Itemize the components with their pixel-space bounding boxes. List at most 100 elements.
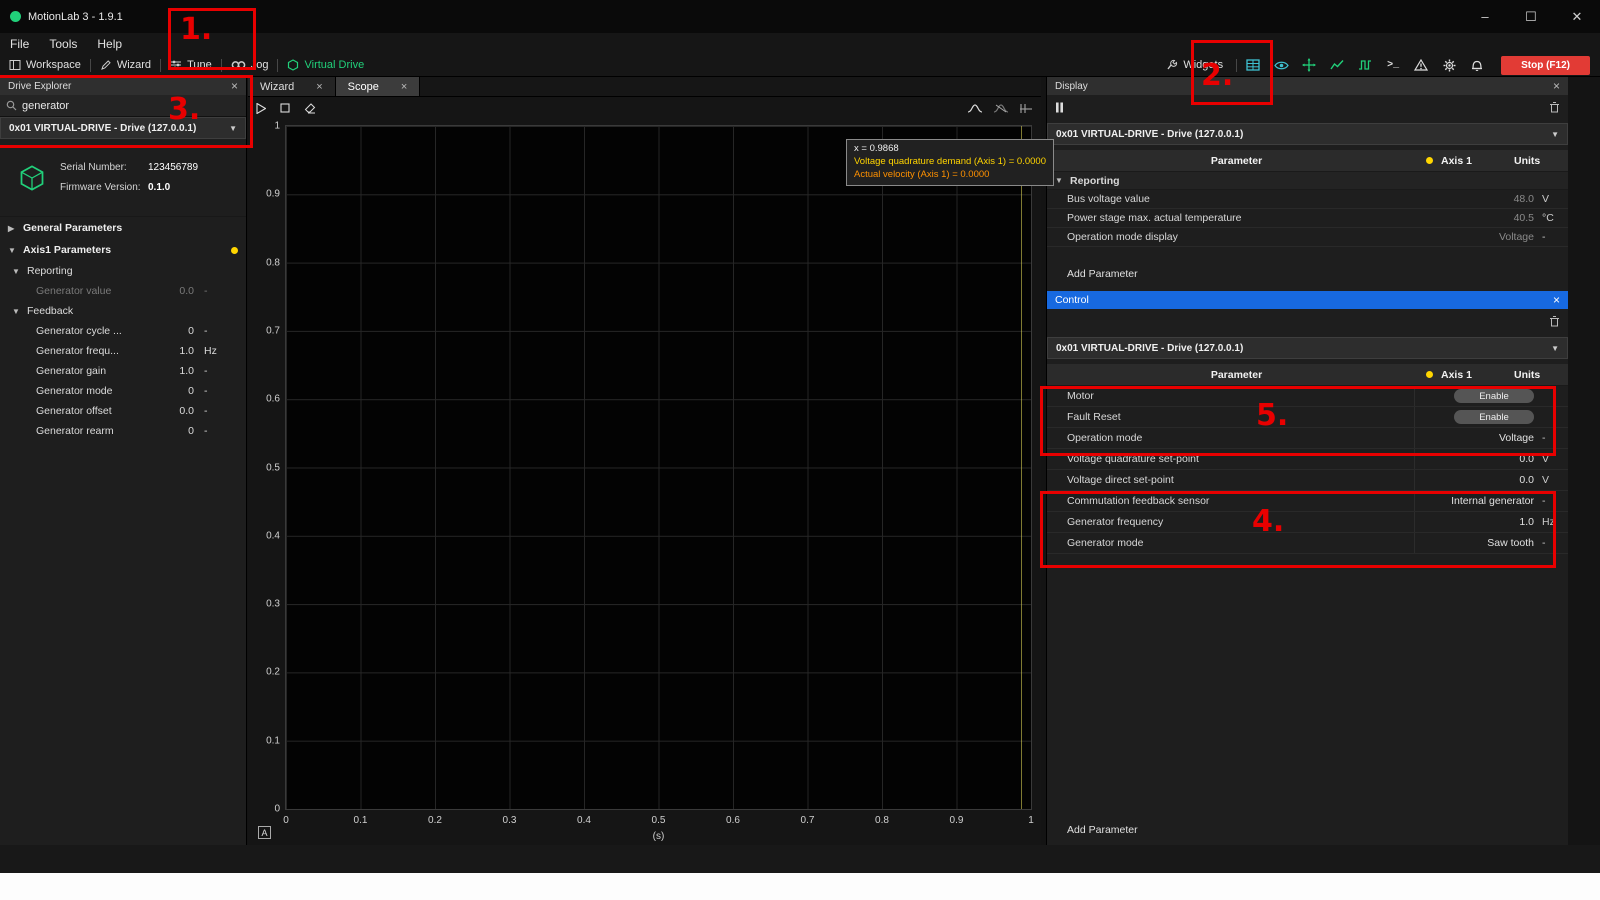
tab-scope-close-icon[interactable]: × xyxy=(401,81,407,93)
row-bus-voltage-value[interactable]: Bus voltage value 48.0 V xyxy=(1047,190,1568,209)
drive-explorer-panel: Drive Explorer × 0x01 VIRTUAL-DRIVE - Dr… xyxy=(0,77,247,845)
trash-icon[interactable] xyxy=(1549,315,1560,327)
axes-settings-icon[interactable] xyxy=(1019,103,1033,114)
jog-icon xyxy=(231,60,246,70)
tab-wizard-close-icon[interactable]: × xyxy=(316,81,322,93)
control-add-parameter-button[interactable]: Add Parameter xyxy=(1047,821,1568,839)
control-widget-header[interactable]: Control × xyxy=(1047,291,1568,309)
stop-f12-button[interactable]: Stop (F12) xyxy=(1501,56,1590,75)
chevron-down-icon: ▼ xyxy=(8,246,17,255)
serial-number-value: 123456789 xyxy=(148,162,198,173)
param-generator-rearm[interactable]: Generator rearm 0 - xyxy=(0,421,246,441)
y-tick: 0.5 xyxy=(266,462,280,473)
row-power-stage-temperature[interactable]: Power stage max. actual temperature 40.5… xyxy=(1047,209,1568,228)
workspace-button[interactable]: Workspace xyxy=(0,59,90,71)
drive-cube-icon xyxy=(18,164,46,192)
tree-reporting-group[interactable]: ▼ Reporting xyxy=(0,261,246,281)
x-tick: 0.1 xyxy=(354,815,368,826)
jog-label: Jog xyxy=(251,59,269,71)
y-tick: 0.7 xyxy=(266,325,280,336)
motor-enable-button[interactable]: Enable xyxy=(1454,389,1534,403)
axis1-status-dot xyxy=(1426,371,1433,378)
table-widget-icon[interactable] xyxy=(1241,56,1265,74)
scope-chart-icon[interactable] xyxy=(1325,56,1349,74)
tree-general-parameters[interactable]: ▶ General Parameters xyxy=(0,217,246,239)
terminal-icon[interactable]: >_ xyxy=(1381,56,1405,74)
display-drive-dropdown[interactable]: 0x01 VIRTUAL-DRIVE - Drive (127.0.0.1) ▼ xyxy=(1047,123,1568,145)
display-close-icon[interactable]: × xyxy=(1553,80,1560,92)
search-input[interactable] xyxy=(22,100,240,112)
display-reporting-group[interactable]: ▼ Reporting xyxy=(1047,172,1568,190)
widgets-button[interactable]: Widgets xyxy=(1157,59,1232,71)
menu-file[interactable]: File xyxy=(0,37,39,51)
virtual-drive-label: Virtual Drive xyxy=(304,59,364,71)
minimize-button[interactable]: – xyxy=(1462,0,1508,33)
row-motor: Motor Enable xyxy=(1047,386,1568,407)
axis-legend-badge: A xyxy=(258,826,271,839)
axis1-status-dot xyxy=(1426,157,1433,164)
bell-icon[interactable] xyxy=(1465,56,1489,74)
menu-help[interactable]: Help xyxy=(87,37,132,51)
tab-wizard[interactable]: Wizard × xyxy=(248,77,336,96)
display-add-parameter-button[interactable]: Add Parameter xyxy=(1047,265,1568,283)
row-commutation-feedback-sensor[interactable]: Commutation feedback sensor Internal gen… xyxy=(1047,491,1568,512)
tab-scope[interactable]: Scope × xyxy=(336,77,421,96)
y-tick: 0 xyxy=(274,804,280,815)
clear-eraser-icon[interactable] xyxy=(304,103,316,114)
close-button[interactable]: ✕ xyxy=(1554,0,1600,33)
param-generator-mode[interactable]: Generator mode 0 - xyxy=(0,381,246,401)
warning-icon[interactable] xyxy=(1409,56,1433,74)
jog-button[interactable]: Jog xyxy=(222,59,278,71)
wrench-icon xyxy=(1166,59,1178,71)
param-generator-gain[interactable]: Generator gain 1.0 - xyxy=(0,361,246,381)
wizard-button[interactable]: Wizard xyxy=(91,59,160,71)
fault-reset-enable-button[interactable]: Enable xyxy=(1454,410,1534,424)
square-wave-icon[interactable] xyxy=(1353,56,1377,74)
param-generator-value[interactable]: Generator value 0.0 - xyxy=(0,281,246,301)
row-voltage-direct-setpoint[interactable]: Voltage direct set-point 0.0 V xyxy=(1047,470,1568,491)
tab-scope-label: Scope xyxy=(348,81,379,93)
window-title: MotionLab 3 - 1.9.1 xyxy=(28,11,123,23)
y-tick: 0.6 xyxy=(266,394,280,405)
widgets-label: Widgets xyxy=(1183,59,1223,71)
tree-axis1-parameters[interactable]: ▼ Axis1 Parameters xyxy=(0,239,246,261)
row-operation-mode[interactable]: Operation mode Voltage - xyxy=(1047,428,1568,449)
control-close-icon[interactable]: × xyxy=(1553,294,1560,306)
y-tick: 1 xyxy=(274,121,280,132)
virtual-drive-icon xyxy=(287,59,299,71)
eye-watch-icon[interactable] xyxy=(1269,56,1293,74)
maximize-button[interactable]: ☐ xyxy=(1508,0,1554,33)
tree-feedback-group[interactable]: ▼ Feedback xyxy=(0,301,246,321)
row-voltage-quadrature-setpoint[interactable]: Voltage quadrature set-point 0.0 V xyxy=(1047,449,1568,470)
multi-trace-icon[interactable] xyxy=(993,103,1009,114)
y-tick: 0.8 xyxy=(266,257,280,268)
chevron-down-icon: ▼ xyxy=(12,267,21,276)
control-drive-dropdown[interactable]: 0x01 VIRTUAL-DRIVE - Drive (127.0.0.1) ▼ xyxy=(1047,337,1568,359)
firmware-version-label: Firmware Version: xyxy=(60,182,148,193)
stop-record-icon[interactable] xyxy=(280,103,290,113)
drive-info-rows: Serial Number: 123456789 Firmware Versio… xyxy=(60,162,198,193)
chevron-down-icon: ▼ xyxy=(1551,130,1559,139)
row-generator-mode[interactable]: Generator mode Saw tooth - xyxy=(1047,533,1568,554)
gear-icon[interactable] xyxy=(1437,56,1461,74)
trace-curve-icon[interactable] xyxy=(967,103,983,114)
param-generator-frequency[interactable]: Generator frequ... 1.0 Hz xyxy=(0,341,246,361)
drive-explorer-close-icon[interactable]: × xyxy=(231,80,238,92)
row-operation-mode-display[interactable]: Operation mode display Voltage - xyxy=(1047,228,1568,247)
scope-plot[interactable]: 1 0.9 0.8 0.7 0.6 0.5 0.4 0.3 0.2 0.1 0 … xyxy=(285,125,1032,810)
column-parameter: Parameter xyxy=(1047,155,1426,167)
firmware-version-value: 0.1.0 xyxy=(148,182,170,193)
menu-tools[interactable]: Tools xyxy=(39,37,87,51)
param-generator-cycle[interactable]: Generator cycle ... 0 - xyxy=(0,321,246,341)
tune-button[interactable]: Tune xyxy=(161,59,221,71)
row-generator-frequency[interactable]: Generator frequency 1.0 Hz xyxy=(1047,512,1568,533)
move-jog-pad-icon[interactable] xyxy=(1297,56,1321,74)
param-generator-offset[interactable]: Generator offset 0.0 - xyxy=(0,401,246,421)
trash-icon[interactable] xyxy=(1549,101,1560,113)
pause-icon[interactable] xyxy=(1055,102,1064,113)
virtual-drive-button[interactable]: Virtual Drive xyxy=(278,59,373,71)
drive-select-dropdown[interactable]: 0x01 VIRTUAL-DRIVE - Drive (127.0.0.1) ▼ xyxy=(0,117,246,139)
play-icon[interactable] xyxy=(256,103,266,114)
column-axis1: Axis 1 xyxy=(1426,369,1514,381)
app-logo-icon xyxy=(10,11,21,22)
